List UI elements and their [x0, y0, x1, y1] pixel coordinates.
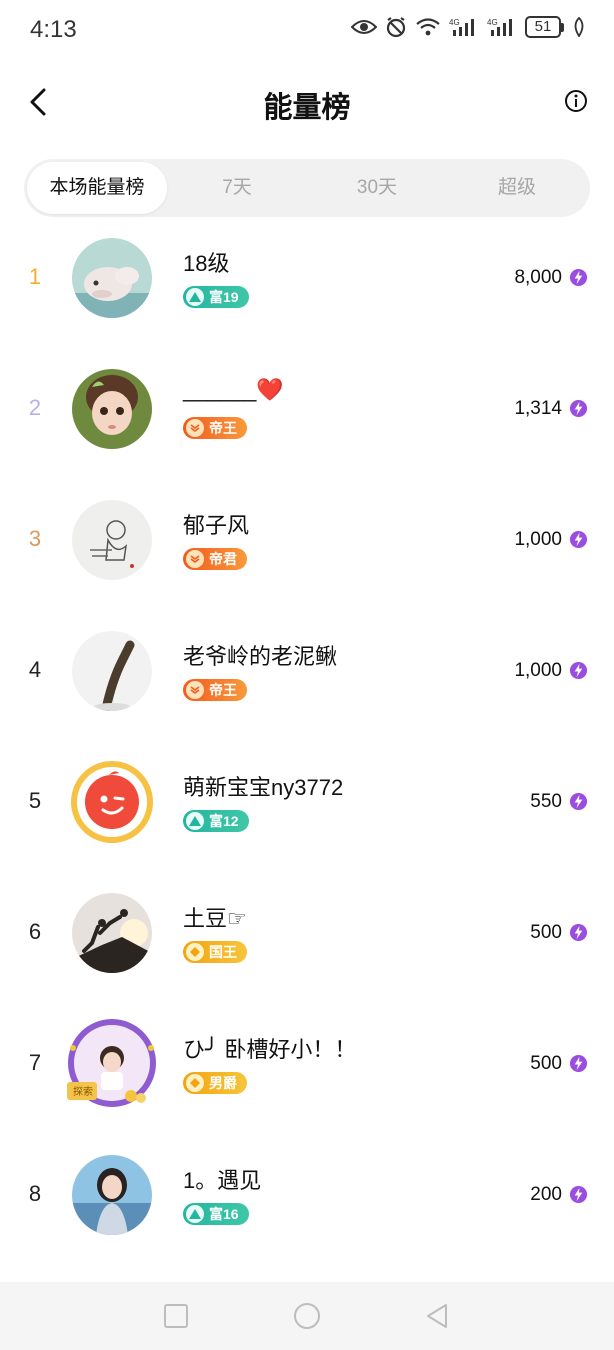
energy-score: 550 — [530, 791, 562, 812]
page-title: 能量榜 — [263, 92, 351, 124]
avatar[interactable] — [72, 238, 152, 318]
energy-score: 500 — [530, 922, 562, 943]
lightning-icon — [569, 1185, 588, 1204]
tab-current-session[interactable]: 本场能量榜 — [27, 162, 167, 214]
status-icons: 4G 4G 51 — [351, 16, 586, 38]
frame-label: 探索 — [73, 1085, 93, 1098]
rank-number: 6 — [28, 919, 42, 944]
chevron-down-icon — [186, 550, 204, 568]
rank-number: 2 — [28, 395, 42, 420]
alarm-icon — [386, 17, 406, 38]
svg-text:4G: 4G — [449, 18, 460, 27]
rank-number: 5 — [28, 788, 42, 813]
rank-number: 8 — [28, 1181, 42, 1206]
leaderboard-row[interactable]: 4 老爷岭的老泥鳅 帝王 1,000 — [0, 623, 614, 754]
leaderboard-row[interactable]: 3 郁子风 帝君 1,000 — [0, 492, 614, 623]
wealth-badge: 富16 — [183, 1203, 249, 1225]
username: 萌新宝宝ny3772 — [183, 775, 344, 800]
chevron-down-icon — [186, 681, 204, 699]
badge-label: 帝王 — [209, 682, 237, 698]
avatar[interactable]: 探索 — [67, 1019, 156, 1107]
avatar[interactable] — [72, 500, 152, 580]
diamond-icon — [186, 1074, 204, 1092]
avatar[interactable] — [72, 893, 152, 973]
status-bar: 4:13 4G 4G 51 — [0, 0, 614, 62]
lightning-icon — [569, 1054, 588, 1073]
back-button[interactable] — [424, 1302, 452, 1330]
wealth-badge: 富19 — [183, 286, 249, 308]
leaderboard-row[interactable]: 6 土豆☞ 国王 500 — [0, 885, 614, 1016]
energy-score: 1,000 — [514, 660, 562, 681]
leaderboard-row[interactable]: 8 1。遇见 富16 200 — [0, 1147, 614, 1278]
badge-label: 帝君 — [209, 551, 237, 567]
rank-number: 7 — [28, 1050, 42, 1075]
username: 18级 — [183, 251, 230, 276]
system-nav-bar — [0, 1282, 614, 1350]
leaderboard-row[interactable]: 2 ______❤️ 帝王 1,314 — [0, 361, 614, 492]
leaderboard-row[interactable]: 7 探索 ひ╯ 卧槽好小！！ 男爵 500 — [0, 1016, 614, 1147]
home-button[interactable] — [293, 1302, 321, 1330]
username: 土豆☞ — [183, 906, 247, 931]
lightning-icon — [569, 268, 588, 287]
avatar[interactable] — [72, 369, 152, 449]
tab-30-days[interactable]: 30天 — [307, 162, 447, 214]
username: ______❤️ — [183, 377, 284, 402]
badge-label: 帝王 — [209, 420, 237, 436]
rank-number: 1 — [28, 264, 42, 289]
rank-number: 4 — [28, 657, 42, 682]
chevron-down-icon — [186, 419, 204, 437]
status-time: 4:13 — [30, 16, 77, 43]
info-icon[interactable] — [564, 89, 588, 113]
lightning-icon — [569, 661, 588, 680]
leaderboard-row[interactable]: 1 18级 富19 8,000 — [0, 230, 614, 361]
triangle-icon — [186, 288, 204, 306]
leaderboard-list: 1 18级 富19 8,000 2 ______❤️ 帝王 1,314 3 郁子… — [0, 230, 614, 1278]
avatar[interactable] — [72, 631, 152, 711]
noble-badge: 国王 — [183, 941, 247, 963]
username: 郁子风 — [183, 513, 250, 538]
badge-label: 富16 — [209, 1206, 239, 1222]
lightning-icon — [569, 792, 588, 811]
energy-score: 200 — [530, 1184, 562, 1205]
period-tabs: 本场能量榜 7天 30天 超级 — [24, 159, 590, 217]
noble-badge: 帝王 — [183, 679, 247, 701]
noble-badge: 帝君 — [183, 548, 247, 570]
wealth-badge: 富12 — [183, 810, 249, 832]
badge-label: 国王 — [209, 944, 237, 960]
svg-text:4G: 4G — [487, 18, 498, 27]
avatar[interactable] — [71, 761, 153, 843]
battery-level: 51 — [525, 16, 561, 38]
battery-icon: 51 — [525, 16, 564, 38]
leaderboard-row[interactable]: 5 萌新宝宝ny3772 富12 550 — [0, 754, 614, 885]
triangle-icon — [186, 1205, 204, 1223]
header: 能量榜 — [0, 62, 614, 142]
energy-score: 8,000 — [514, 267, 562, 288]
noble-badge: 帝王 — [183, 417, 247, 439]
diamond-icon — [186, 943, 204, 961]
tab-super[interactable]: 超级 — [447, 162, 587, 214]
username: 老爷岭的老泥鳅 — [183, 644, 338, 669]
lightning-icon — [569, 530, 588, 549]
recent-apps-button[interactable] — [162, 1302, 190, 1330]
signal-4g-icon: 4G — [449, 18, 474, 36]
energy-score: 1,000 — [514, 529, 562, 550]
lightning-icon — [569, 399, 588, 418]
tab-7-days[interactable]: 7天 — [167, 162, 307, 214]
eye-icon — [351, 20, 377, 34]
badge-label: 富12 — [209, 813, 239, 829]
energy-score: 1,314 — [514, 398, 562, 419]
username: ひ╯ 卧槽好小！！ — [183, 1037, 357, 1062]
noble-badge: 男爵 — [183, 1072, 247, 1094]
leaf-icon — [574, 17, 584, 37]
rank-number: 3 — [28, 526, 42, 551]
username: 1。遇见 — [183, 1168, 262, 1193]
signal-4g-icon: 4G — [487, 18, 512, 36]
energy-score: 500 — [530, 1053, 562, 1074]
badge-label: 富19 — [209, 289, 239, 305]
badge-label: 男爵 — [209, 1075, 237, 1091]
avatar[interactable] — [72, 1155, 152, 1235]
wifi-icon — [416, 18, 440, 36]
lightning-icon — [569, 923, 588, 942]
triangle-icon — [186, 812, 204, 830]
